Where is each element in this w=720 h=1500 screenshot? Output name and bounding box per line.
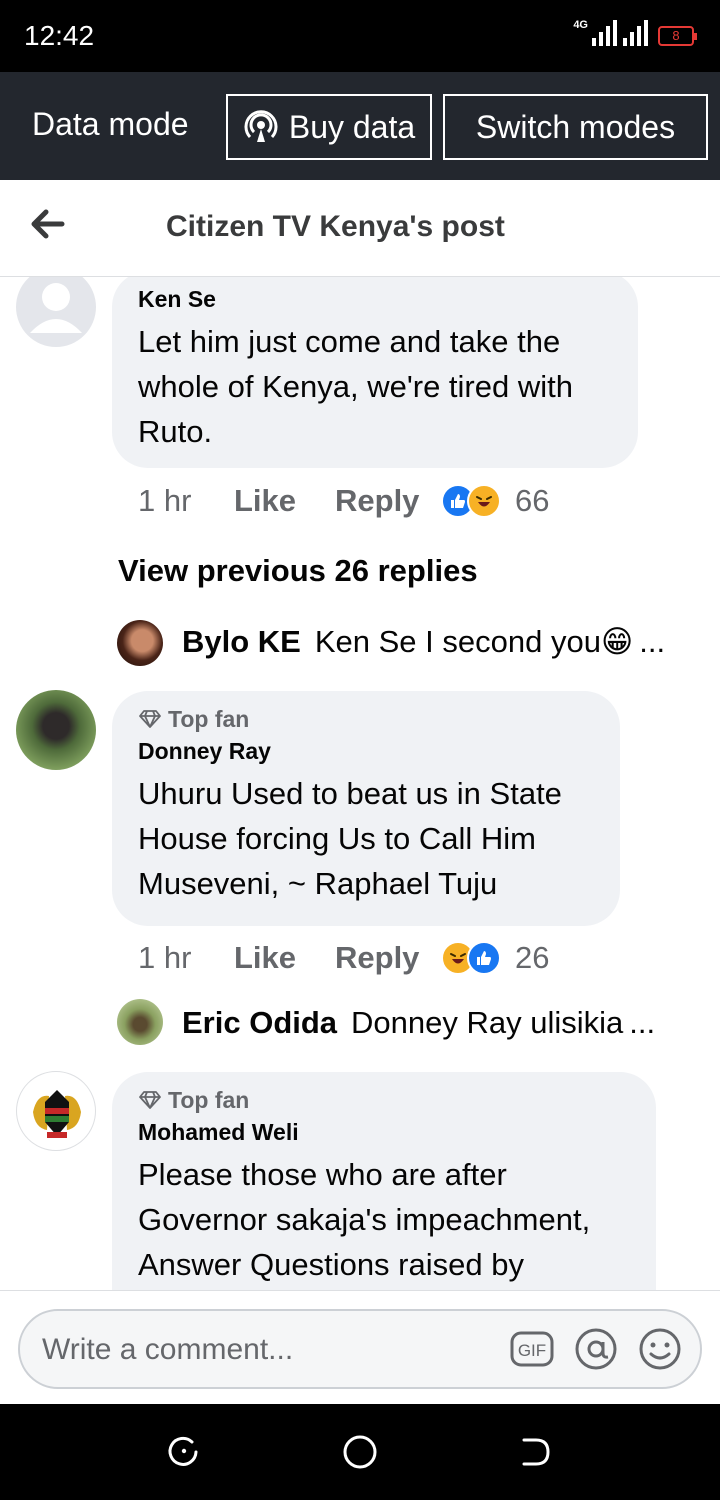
diamond-icon — [139, 710, 161, 728]
commenter-name[interactable]: Donney Ray — [138, 737, 594, 765]
avatar-bylo-ke[interactable] — [117, 620, 163, 666]
badge-label: Top fan — [168, 706, 250, 732]
clock: 12:42 — [24, 20, 95, 51]
top-fan-badge: Top fan — [138, 1086, 630, 1114]
reply-button[interactable]: Reply — [335, 940, 441, 976]
page-title: Citizen TV Kenya's post — [166, 210, 505, 243]
reply-more: ... — [629, 1005, 656, 1040]
badge-label: Top fan — [168, 1087, 250, 1113]
comment-line: Governor sakaja's impeachment, — [138, 1202, 591, 1237]
comment-bubble[interactable]: Ken Se Let him just come and take the wh… — [112, 277, 638, 468]
data-mode-bar: Data mode Buy data Switch modes — [0, 72, 720, 180]
reaction-count: 66 — [515, 483, 550, 518]
reply-text: Donney Ray ulisikia — [351, 1005, 624, 1040]
reactions[interactable] — [441, 941, 501, 975]
signal-icon — [592, 20, 617, 46]
reply-author[interactable]: Eric Odida — [182, 1005, 337, 1041]
comment-line: Uhuru Used to beat us in State — [138, 776, 562, 811]
reaction-count: 26 — [515, 940, 550, 975]
post-header: Citizen TV Kenya's post — [0, 180, 720, 277]
view-previous-replies[interactable]: View previous 26 replies — [118, 553, 478, 589]
avatar-mohamed-weli[interactable] — [16, 1071, 96, 1151]
reply-more: ... — [639, 624, 666, 659]
back-icon[interactable] — [516, 1432, 556, 1472]
comment-line: House forcing Us to Call Him — [138, 821, 536, 856]
reply-preview[interactable]: Bylo KE Ken Se I second you😁 ... — [182, 624, 665, 660]
commenter-name[interactable]: Ken Se — [138, 285, 612, 313]
default-avatar-icon — [30, 283, 82, 333]
comment-text: Let him just come and take the whole of … — [138, 319, 612, 454]
comment-text: Uhuru Used to beat us in State House for… — [138, 771, 594, 906]
recent-apps-icon[interactable] — [164, 1432, 204, 1472]
reactions[interactable] — [441, 484, 501, 518]
diamond-icon — [139, 1091, 161, 1109]
comment-bubble[interactable]: Top fan Mohamed Weli Please those who ar… — [112, 1072, 656, 1290]
reply-text: Ken Se I second you😁 — [314, 624, 634, 659]
emoji-icon[interactable] — [636, 1325, 684, 1373]
reply-preview[interactable]: Eric Odida Donney Ray ulisikia ... — [182, 1005, 655, 1041]
comment-text: Please those who are after Governor saka… — [138, 1152, 630, 1287]
avatar-eric-odida[interactable] — [117, 999, 163, 1045]
battery-icon: 8 — [658, 26, 697, 46]
comments-feed[interactable]: Ken Se Let him just come and take the wh… — [0, 277, 720, 1290]
gif-label: GIF — [518, 1341, 546, 1360]
comment-placeholder: Write a comment... — [42, 1333, 294, 1366]
haha-reaction-icon — [467, 484, 501, 518]
back-arrow-icon[interactable] — [24, 200, 72, 248]
mention-icon[interactable] — [572, 1325, 620, 1373]
status-bar: 12:42 4G 8 — [0, 0, 720, 72]
coat-of-arms-icon — [33, 1090, 81, 1138]
top-fan-badge: Top fan — [138, 705, 594, 733]
comment-line: Museveni, ~ Raphael Tuju — [138, 866, 498, 901]
home-icon[interactable] — [340, 1432, 380, 1472]
status-icons: 4G 8 — [573, 19, 697, 46]
buy-data-label: Buy data — [288, 108, 416, 145]
comment-time[interactable]: 1 hr — [138, 483, 234, 519]
comment-line: Answer Questions raised by — [138, 1247, 524, 1282]
reply-author[interactable]: Bylo KE — [182, 624, 301, 660]
comment-actions: 1 hr Like Reply 66 — [138, 483, 549, 519]
comment-line: Please those who are after — [138, 1157, 507, 1192]
comment-composer: Write a comment... GIF — [0, 1290, 720, 1404]
broadcast-icon — [244, 110, 278, 142]
switch-modes-button[interactable]: Switch modes — [443, 94, 708, 160]
comment-line: Let him just come and take the — [138, 324, 561, 359]
commenter-name[interactable]: Mohamed Weli — [138, 1118, 630, 1146]
reply-button[interactable]: Reply — [335, 483, 441, 519]
network-type: 4G — [573, 19, 588, 31]
comment-line: Ruto. — [138, 414, 213, 449]
switch-modes-label: Switch modes — [475, 108, 676, 145]
gif-icon[interactable]: GIF — [508, 1325, 556, 1373]
comment-line: whole of Kenya, we're tired with — [138, 369, 573, 404]
like-button[interactable]: Like — [234, 940, 335, 976]
comment-actions: 1 hr Like Reply 26 — [138, 940, 549, 976]
data-mode-label: Data mode — [32, 106, 189, 142]
avatar-donney-ray[interactable] — [16, 690, 96, 770]
comment-input[interactable]: Write a comment... GIF — [18, 1309, 702, 1389]
system-nav-bar — [0, 1404, 720, 1500]
avatar-ken-se[interactable] — [16, 277, 96, 347]
buy-data-button[interactable]: Buy data — [226, 94, 432, 160]
like-button[interactable]: Like — [234, 483, 335, 519]
like-reaction-icon — [467, 941, 501, 975]
comment-bubble[interactable]: Top fan Donney Ray Uhuru Used to beat us… — [112, 691, 620, 926]
signal-icon-2 — [623, 20, 648, 46]
comment-time[interactable]: 1 hr — [138, 940, 234, 976]
